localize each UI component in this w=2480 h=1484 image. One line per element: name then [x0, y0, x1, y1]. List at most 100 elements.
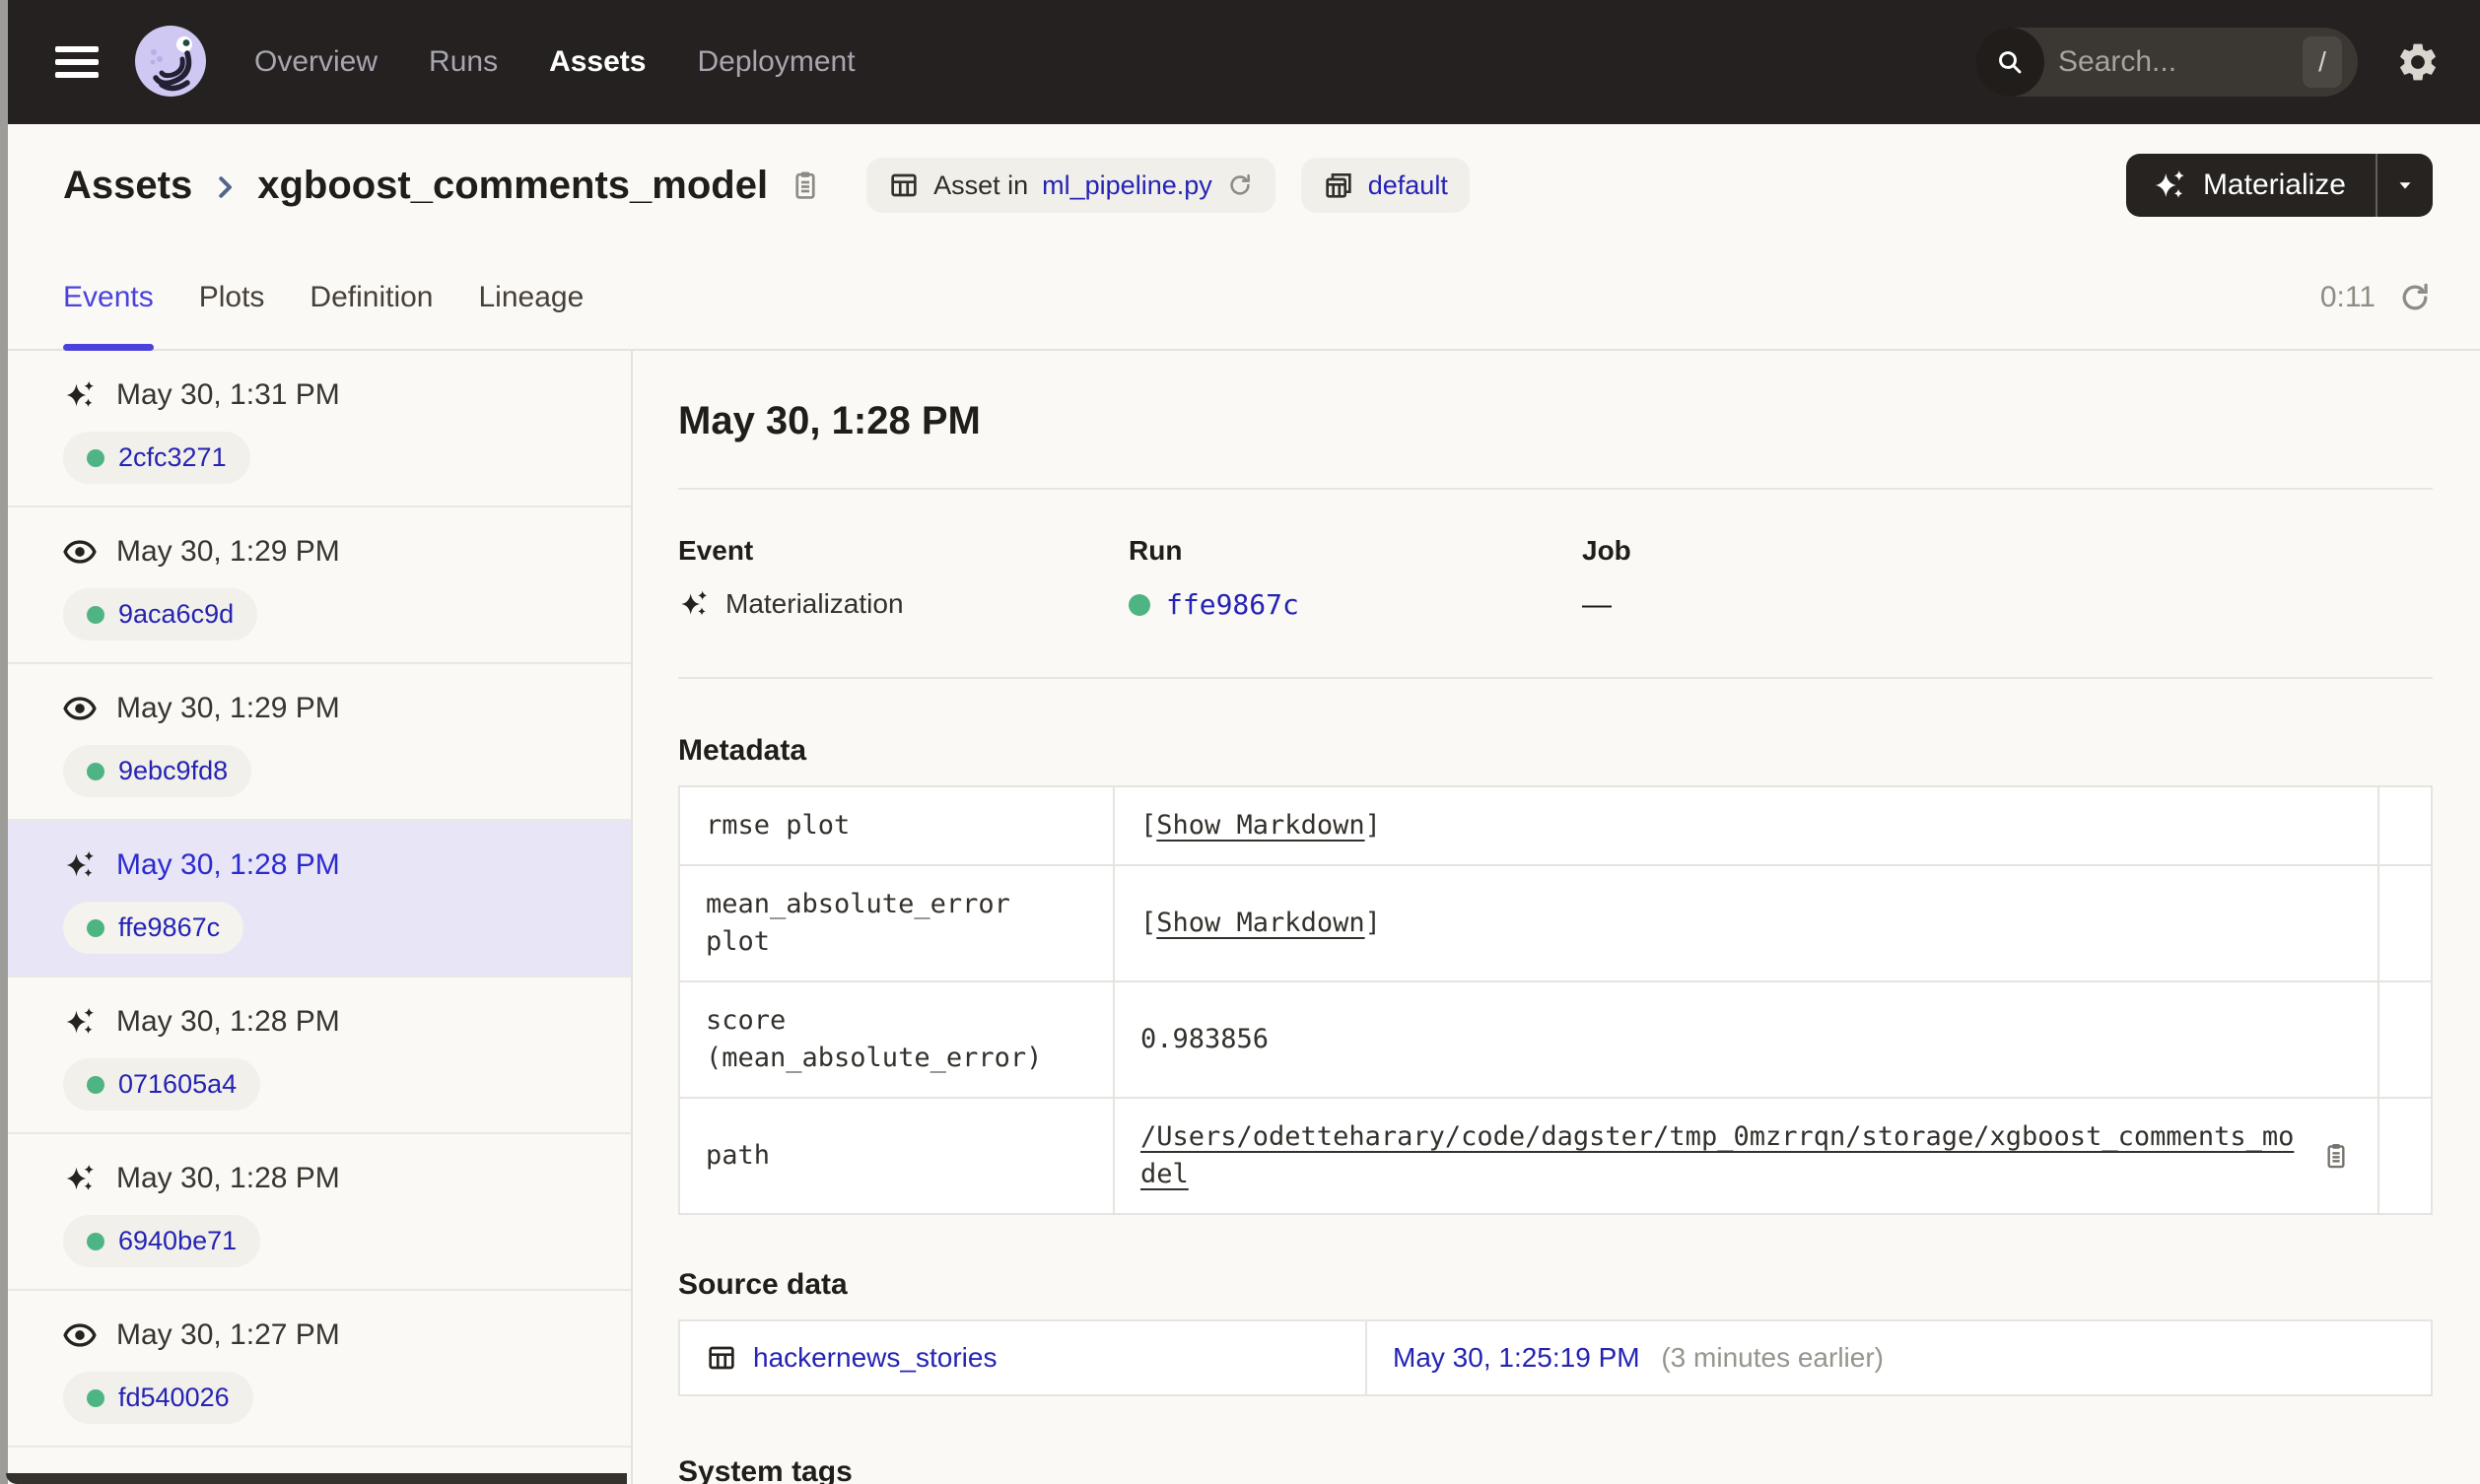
- metadata-key: score (mean_absolute_error): [678, 980, 1115, 1099]
- asset-definition-badge[interactable]: Asset in ml_pipeline.py: [866, 158, 1275, 213]
- event-list-sidebar: May 30, 1:31 PM 2cfc3271 May 30, 1:29 PM 9a…: [8, 351, 633, 1484]
- copy-asset-name-icon[interactable]: [788, 168, 823, 203]
- materialize-split-button: Materialize: [2125, 154, 2433, 217]
- run-pill[interactable]: 9ebc9fd8: [63, 745, 252, 797]
- run-id-link[interactable]: 6940be71: [118, 1226, 237, 1256]
- asset-tabs-row: Events Plots Definition Lineage 0:11: [8, 246, 2480, 351]
- event-detail-panel: May 30, 1:28 PM Event Materialization Ru…: [633, 351, 2480, 1484]
- tab-events[interactable]: Events: [63, 246, 154, 351]
- run-status-dot: [87, 605, 104, 624]
- reload-definition-icon[interactable]: [1226, 171, 1254, 199]
- event-list-item[interactable]: May 30, 1:29 PM 9aca6c9d: [8, 507, 631, 664]
- metadata-table: rmse plot [Show Markdown] mean_absolute_er…: [678, 785, 2433, 1215]
- event-time: May 30, 1:28 PM: [116, 848, 340, 881]
- path-link[interactable]: /Users/odetteharary/code/dagster/tmp_0mz…: [1140, 1118, 2303, 1193]
- settings-gear-icon[interactable]: [2395, 39, 2441, 85]
- asset-in-label: Asset in: [933, 169, 1029, 200]
- materialize-button[interactable]: Materialize: [2126, 154, 2376, 217]
- global-search[interactable]: /: [1975, 28, 2358, 97]
- run-pill[interactable]: 9aca6c9d: [63, 588, 258, 641]
- show-markdown-link[interactable]: Show Markdown: [1156, 810, 1364, 841]
- breadcrumb-assets-link[interactable]: Assets: [63, 164, 192, 208]
- code-location-icon: [1326, 173, 1351, 198]
- source-data-heading: Source data: [678, 1268, 848, 1301]
- hamburger-menu-icon[interactable]: [55, 46, 99, 78]
- run-status-dot: [87, 1232, 104, 1250]
- run-id-link[interactable]: 9aca6c9d: [118, 599, 234, 630]
- job-label: Job: [1582, 535, 1631, 566]
- chevron-down-icon: [2399, 182, 2411, 189]
- materialization-sparkle-icon: [66, 1007, 94, 1035]
- metadata-row: rmse plot [Show Markdown]: [678, 785, 2433, 866]
- page-header: Assets xgboost_comments_model Asset in m…: [8, 124, 2480, 246]
- nav-links: Overview Runs Assets Deployment: [254, 45, 856, 79]
- run-label: Run: [1129, 535, 1183, 566]
- copy-path-icon[interactable]: [2320, 1140, 2352, 1172]
- code-location-link[interactable]: default: [1368, 170, 1448, 201]
- refresh-icon[interactable]: [2397, 280, 2433, 315]
- source-data-table: hackernews_stories May 30, 1:25:19 PM (3…: [678, 1319, 2433, 1396]
- run-id-link[interactable]: 071605a4: [118, 1069, 237, 1100]
- search-shortcut-key: /: [2303, 36, 2342, 88]
- pipeline-file-link[interactable]: ml_pipeline.py: [1042, 170, 1212, 201]
- top-nav: Overview Runs Assets Deployment /: [8, 0, 2480, 124]
- tab-plots[interactable]: Plots: [199, 246, 265, 349]
- metadata-key: path: [678, 1097, 1115, 1215]
- nav-item-assets[interactable]: Assets: [549, 45, 646, 79]
- metadata-row: mean_absolute_error plot [Show Markdown]: [678, 864, 2433, 982]
- run-pill[interactable]: fd540026: [63, 1372, 253, 1424]
- metadata-value: [Show Markdown]: [1113, 864, 2379, 982]
- event-detail-title: May 30, 1:28 PM: [678, 399, 981, 442]
- breadcrumb-chevron-icon: [219, 176, 233, 198]
- event-list-item[interactable]: May 30, 1:28 PM 071605a4: [8, 978, 631, 1134]
- source-time-note: (3 minutes earlier): [1661, 1342, 1884, 1373]
- code-location-badge[interactable]: default: [1300, 158, 1470, 213]
- run-id-link[interactable]: 2cfc3271: [118, 442, 227, 473]
- event-list-item[interactable]: May 30, 1:29 PM 9ebc9fd8: [8, 664, 631, 821]
- show-markdown-link[interactable]: Show Markdown: [1156, 908, 1364, 938]
- run-id-link[interactable]: ffe9867c: [1166, 588, 1299, 621]
- tab-definition[interactable]: Definition: [310, 246, 433, 349]
- run-pill[interactable]: 6940be71: [63, 1215, 261, 1267]
- observation-eye-icon: [63, 697, 97, 720]
- run-pill[interactable]: ffe9867c: [63, 902, 244, 954]
- metadata-extra-cell: [2377, 980, 2433, 1099]
- page-title: xgboost_comments_model: [257, 163, 769, 207]
- asset-table-icon: [891, 173, 917, 197]
- nav-item-overview[interactable]: Overview: [254, 45, 378, 79]
- dagster-logo-icon[interactable]: [132, 24, 209, 101]
- observation-eye-icon: [63, 1323, 97, 1347]
- materialize-dropdown-button[interactable]: [2377, 154, 2433, 217]
- source-asset-link[interactable]: hackernews_stories: [706, 1339, 1340, 1377]
- run-status-dot: [87, 762, 104, 780]
- nav-item-runs[interactable]: Runs: [429, 45, 498, 79]
- background-window-edge: [6, 1473, 627, 1484]
- metadata-table-body: rmse plot [Show Markdown] mean_absolute_er…: [678, 785, 2433, 1215]
- refresh-timer: 0:11: [2319, 281, 2376, 313]
- run-status-dot: [1129, 593, 1150, 616]
- event-type-value: Materialization: [725, 588, 904, 619]
- run-id-link[interactable]: 9ebc9fd8: [118, 756, 228, 786]
- run-pill[interactable]: 2cfc3271: [63, 432, 250, 484]
- event-list-item[interactable]: May 30, 1:28 PM ffe9867c: [8, 821, 631, 978]
- metadata-extra-cell: [2377, 1097, 2433, 1215]
- tab-lineage[interactable]: Lineage: [479, 246, 585, 349]
- source-time-link[interactable]: May 30, 1:25:19 PM: [1393, 1342, 1640, 1373]
- nav-item-deployment[interactable]: Deployment: [697, 45, 855, 79]
- app-window: Overview Runs Assets Deployment / Assets xg…: [8, 0, 2480, 1484]
- materialization-sparkle-icon: [681, 590, 708, 616]
- run-id-link[interactable]: ffe9867c: [118, 912, 220, 943]
- materialization-sparkle-icon: [66, 850, 94, 878]
- event-list-item[interactable]: May 30, 1:31 PM 2cfc3271: [8, 351, 631, 507]
- event-list-item[interactable]: May 30, 1:27 PM fd540026: [8, 1291, 631, 1448]
- run-pill[interactable]: 071605a4: [63, 1058, 261, 1111]
- source-data-row: hackernews_stories May 30, 1:25:19 PM (3…: [678, 1319, 2433, 1396]
- event-time: May 30, 1:28 PM: [116, 1162, 340, 1194]
- event-time: May 30, 1:28 PM: [116, 1005, 340, 1038]
- run-id-link[interactable]: fd540026: [118, 1383, 230, 1413]
- event-list-item[interactable]: May 30, 1:28 PM 6940be71: [8, 1134, 631, 1291]
- metadata-value: [Show Markdown]: [1113, 785, 2379, 866]
- materialization-sparkle-icon: [66, 1164, 94, 1191]
- run-status-dot: [87, 1388, 104, 1407]
- search-input[interactable]: [2044, 45, 2303, 79]
